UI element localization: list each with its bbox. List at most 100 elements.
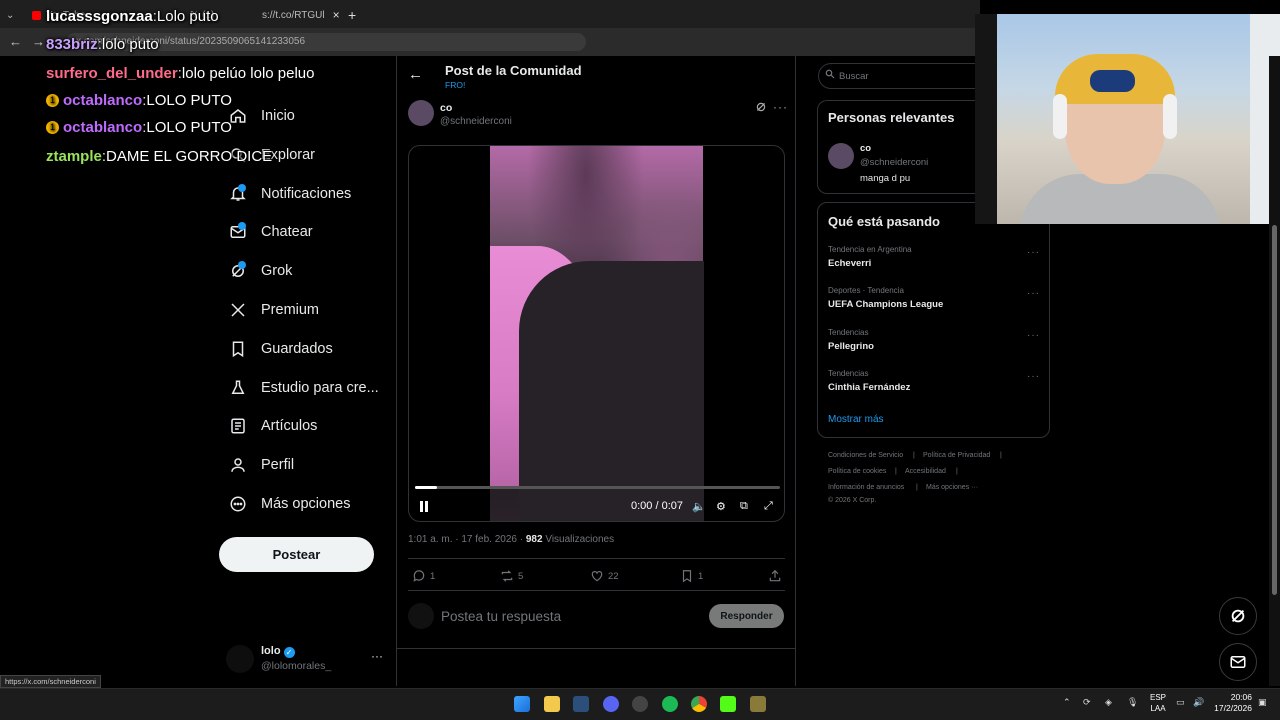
file-explorer-icon[interactable] [544,696,560,712]
nav-item-premium[interactable]: Premium [228,296,319,324]
tab-list-button[interactable]: ⌄ [6,4,14,26]
steam-icon[interactable] [573,696,589,712]
share-action[interactable] [768,569,786,583]
bookmark-action[interactable]: 1 [680,569,703,583]
tray-app-icon[interactable]: ⟳ [1083,697,1091,708]
chat-username: octablanco [63,119,143,136]
network-icon[interactable]: ▭ [1176,697,1185,708]
chat-message: 1 octablanco: LOLO PUTO [46,119,232,136]
verified-badge-icon: ✓ [283,647,295,658]
volume-icon[interactable]: 🔈 [692,500,706,513]
reply-count: 1 [430,570,436,582]
post-timestamp[interactable]: 1:01 a. m. · 17 feb. 2026 · [408,534,526,545]
more-options-icon[interactable]: ··· [1027,288,1040,299]
more-options-icon[interactable]: ··· [773,100,788,114]
settings-icon[interactable]: ⚙ [716,500,726,513]
reply-input[interactable] [441,607,691,625]
fullscreen-icon[interactable]: ⤢ [764,500,773,513]
more-options-icon[interactable]: ··· [1027,371,1040,382]
app-icon[interactable] [750,696,766,712]
post-button[interactable]: Postear [219,537,374,572]
footer-separator: | [895,468,897,475]
avatar [408,603,434,629]
tray-app-icon[interactable]: ◈ [1105,697,1112,708]
notifications-icon[interactable]: ▣ [1258,697,1267,708]
like-action[interactable]: 22 [590,569,619,583]
author-name[interactable]: co [440,102,452,114]
nav-item-notificaciones[interactable]: Notificaciones [228,180,351,208]
windows-start-icon[interactable] [514,696,530,712]
reply-button[interactable]: Responder [709,604,784,628]
search-icon [825,69,835,79]
avatar[interactable] [828,143,854,169]
chat-message: surfero_del_under: lolo pelúo lolo peluo [46,65,315,82]
kick-icon[interactable] [720,696,736,712]
nav-item-perfil[interactable]: Perfil [228,451,294,479]
more-icon[interactable]: ··· [371,649,383,663]
subscriber-badge-icon: 1 [46,94,59,107]
share-icon [769,569,781,582]
author-handle[interactable]: @schneiderconi [440,116,512,127]
more-options-icon[interactable]: ··· [1027,330,1040,341]
show-more-link[interactable]: Mostrar más [828,414,884,425]
scrollbar-thumb[interactable] [1272,225,1277,595]
new-tab-button[interactable]: + [348,4,356,26]
bookmark-icon [228,339,248,359]
reply-action[interactable]: 1 [412,569,435,583]
keyboard-language[interactable]: ESP LAA [1148,692,1168,714]
forward-icon[interactable]: → [32,34,45,49]
footer-link[interactable]: Más opciones ··· [926,484,978,491]
nav-item-grok[interactable]: Grok [228,257,292,285]
grok-floating-button[interactable] [1219,597,1257,635]
trend-name[interactable]: Cinthia Fernández [828,382,910,393]
nav-item-chatear[interactable]: Chatear [228,218,313,246]
popout-icon[interactable]: ⧉ [740,500,748,513]
footer-separator: | [1000,452,1002,459]
footer-link[interactable]: Política de cookies [828,468,886,475]
video-progress-bar[interactable] [415,486,780,489]
trend-name[interactable]: UEFA Champions League [828,299,943,310]
obs-icon[interactable] [632,696,648,712]
post-video[interactable]: 0:00 / 0:07 🔈 ⚙ ⧉ ⤢ [408,145,785,522]
trend-name[interactable]: Echeverri [828,258,871,269]
spotify-icon[interactable] [662,696,678,712]
nav-item-estudio-para-cre[interactable]: Estudio para cre... [228,374,379,402]
more-options-icon[interactable]: ··· [1027,247,1040,258]
repost-count: 5 [518,570,524,582]
trend-name[interactable]: Pellegrino [828,341,874,352]
repost-action[interactable]: 5 [500,569,523,583]
chevron-up-icon[interactable]: ⌃ [1063,697,1071,708]
account-switcher[interactable]: lolo ✓ @lolomorales_ ··· [226,643,386,675]
footer-link[interactable]: Política de Privacidad [923,452,990,459]
nav-item-label: Más opciones [261,496,351,512]
pause-icon[interactable] [419,501,429,512]
community-link[interactable]: FRO! [445,80,465,90]
nav-item-más-opciones[interactable]: Más opciones [228,490,350,518]
back-icon[interactable]: ← [9,34,22,49]
trending-title: Qué está pasando [828,214,940,229]
chrome-icon[interactable] [691,696,707,712]
volume-icon[interactable]: 🔊 [1193,697,1204,708]
footer-link[interactable]: Condiciones de Servicio [828,452,903,459]
microphone-icon[interactable]: 🎙 [1127,697,1138,708]
nav-item-label: Artículos [261,418,318,434]
relevant-person-name[interactable]: co [860,143,871,154]
author-avatar[interactable] [408,100,434,126]
nav-item-label: Guardados [261,341,333,357]
tab-tco[interactable]: s://t.co/RTGUl × [262,4,340,26]
footer-link[interactable]: Accesibilidad [905,468,946,475]
grok-icon[interactable] [755,101,767,116]
relevant-person-handle[interactable]: @schneiderconi [860,157,928,168]
footer-link[interactable]: Información de anuncios [828,484,904,491]
system-clock[interactable]: 20:06 17/2/2026 [1212,692,1252,714]
nav-item-inicio[interactable]: Inicio [228,102,295,130]
nav-item-artículos[interactable]: Artículos [228,412,317,440]
discord-icon[interactable] [603,696,619,712]
nav-item-guardados[interactable]: Guardados [228,335,333,363]
messages-floating-button[interactable] [1219,643,1257,681]
search-input[interactable]: Buscar [818,63,988,89]
close-tab-icon[interactable]: × [333,8,340,22]
back-arrow-icon[interactable]: ← [408,66,423,83]
flask-icon [228,378,248,398]
notification-dot [238,222,246,230]
